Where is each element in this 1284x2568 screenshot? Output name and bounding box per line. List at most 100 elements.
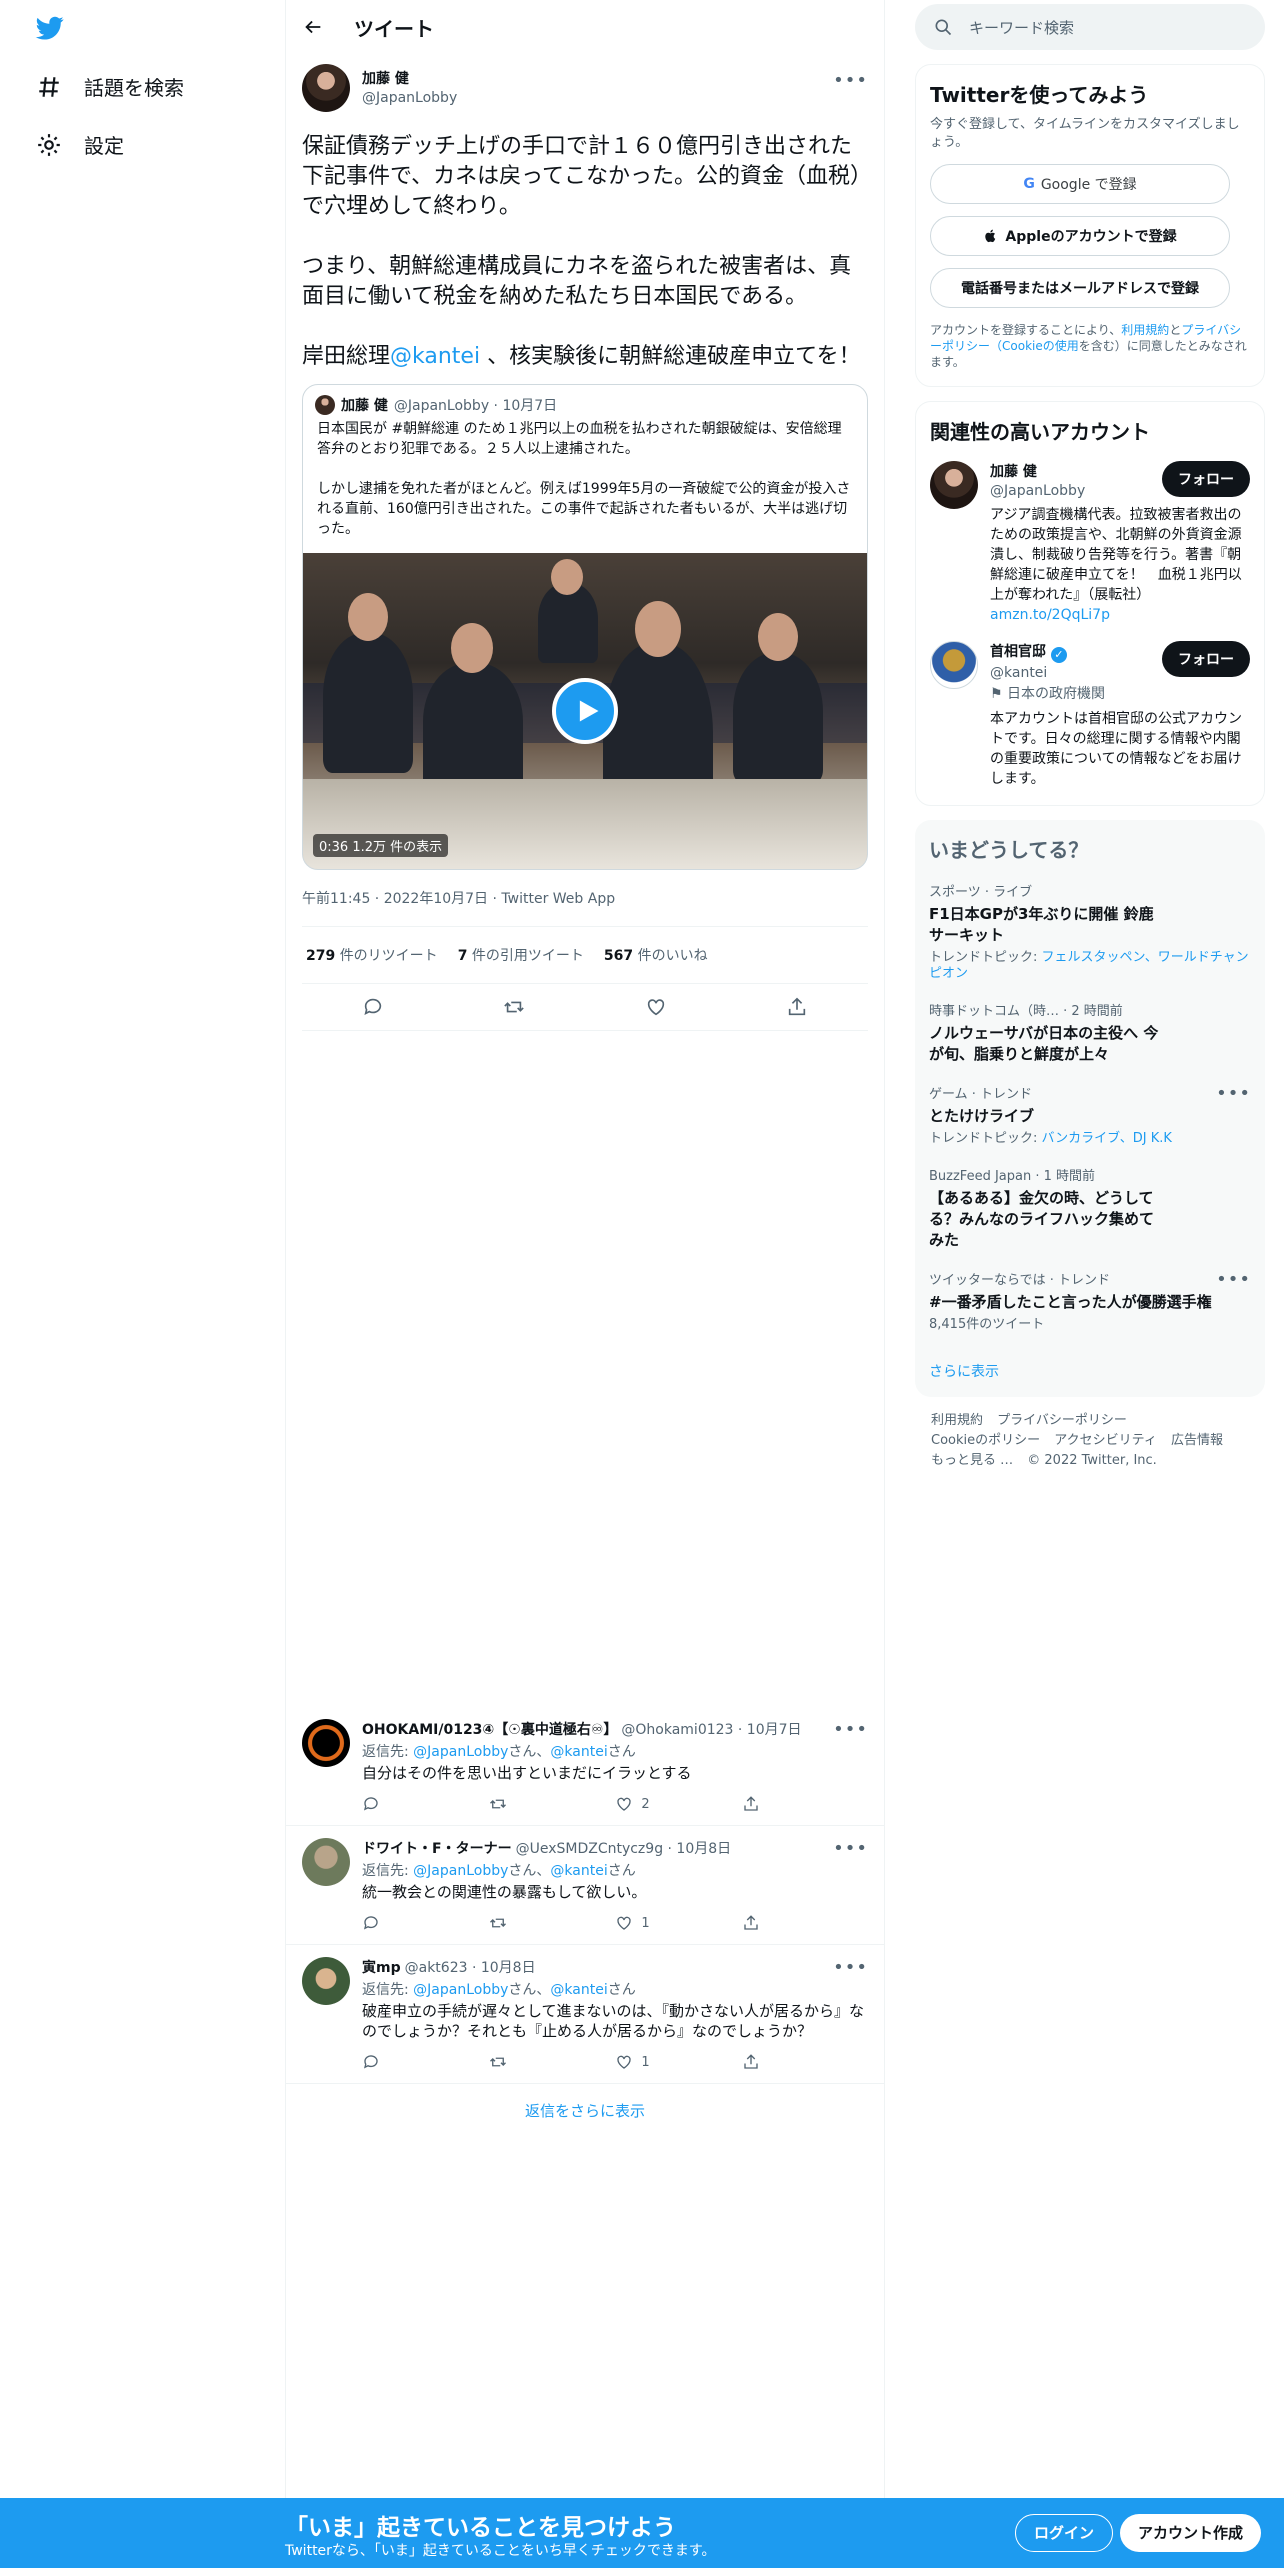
play-button[interactable] (552, 678, 618, 744)
left-nav: 話題を検索 設定 (0, 0, 285, 2568)
quote-count[interactable]: 7 件の引用ツイート (458, 945, 584, 965)
nav-settings[interactable]: 設定 (36, 130, 124, 159)
more-options-icon[interactable]: ••• (833, 1957, 868, 1978)
retweet-icon[interactable] (489, 1795, 507, 1813)
reply-to-mention[interactable]: @kantei (550, 1982, 607, 1998)
tweet-paragraph-3-post: 、核実験後に朝鮮総連破産申立てを！ (480, 344, 861, 369)
reply-to-mention[interactable]: @JapanLobby (413, 1982, 508, 1998)
signup-terms: アカウントを登録することにより、利用規約とプライバシーポリシー（Cookieの使… (930, 323, 1247, 369)
reply-tweet[interactable]: ドワイト・F・ターナー @UexSMDZCntycz9g · 10月8日 返信先:… (286, 1826, 884, 1945)
reply-handle[interactable]: @akt623 · 10月8日 (405, 1957, 536, 1977)
reply-icon[interactable] (362, 1914, 380, 1932)
share-icon[interactable] (742, 1914, 760, 1932)
related-account[interactable]: 首相官邸 ✓ @kantei ⚑ 日本の政府機関 本アカウントは首相官邸の公式ア… (930, 641, 1250, 789)
search-bar[interactable]: キーワード検索 (915, 4, 1265, 50)
author-display-name[interactable]: 加藤 健 (362, 68, 457, 88)
show-more-replies-link[interactable]: 返信をさらに表示 (286, 2084, 884, 2137)
terms-link[interactable]: 利用規約 (1121, 323, 1169, 337)
signup-button[interactable]: アカウント作成 (1120, 2514, 1262, 2552)
signup-title: Twitterを使ってみよう (930, 83, 1149, 107)
reply-to-mention[interactable]: @kantei (550, 1863, 607, 1879)
more-options-icon[interactable]: ••• (833, 1719, 868, 1740)
reply-tweet[interactable]: OHOKAMI/0123④【☉裏中道極右♾】 @Ohokami0123 · 10月… (286, 1707, 884, 1826)
share-icon[interactable] (742, 2053, 760, 2071)
trend-item[interactable]: スポーツ · ライブ F1日本GPが3年ぶりに開催 鈴鹿サーキット トレンドトピ… (929, 881, 1251, 982)
search-input[interactable]: キーワード検索 (969, 17, 1074, 38)
footer-link[interactable]: もっと見る … (931, 1453, 1013, 1468)
avatar[interactable] (302, 64, 350, 112)
bottom-signup-bar: 「いま」起きていることを見つけよう Twitterなら、「いま」起きていることを… (0, 2498, 1284, 2568)
tweet-timestamp[interactable]: 午前11:45 · 2022年10月7日 · Twitter Web App (302, 888, 868, 927)
more-options-icon[interactable]: ••• (1216, 1083, 1251, 1104)
reply-to-mention[interactable]: @JapanLobby (413, 1863, 508, 1879)
more-options-icon[interactable]: ••• (833, 1838, 868, 1859)
more-options-icon[interactable]: ••• (1216, 1269, 1251, 1290)
more-options-icon[interactable]: ••• (833, 70, 868, 91)
reply-handle[interactable]: @UexSMDZCntycz9g · 10月8日 (516, 1838, 732, 1858)
reply-handle[interactable]: @Ohokami0123 · 10月7日 (621, 1719, 801, 1739)
footer-links: 利用規約 プライバシーポリシー Cookieのポリシー アクセシビリティ 広告情… (915, 1397, 1265, 1485)
author-handle[interactable]: @JapanLobby (362, 90, 457, 106)
nav-explore[interactable]: 話題を検索 (36, 72, 184, 101)
retweet-count[interactable]: 279 件のリツイート (306, 945, 438, 965)
reply-text: 破産申立の手続が遅々として進まないのは、『動かさない人が居るから』なのでしょうか… (362, 2002, 865, 2040)
login-button[interactable]: ログイン (1015, 2514, 1114, 2552)
trend-item[interactable]: BuzzFeed Japan · 1 時間前 【あるある】金欠の時、どうしてる？… (929, 1165, 1251, 1251)
quote-text: 日本国民が #朝鮮総連 のため１兆円以上の血税を払わされた朝銀破綻は、安倍総理答… (317, 421, 851, 537)
footer-link[interactable]: Cookieのポリシー (931, 1433, 1040, 1448)
avatar[interactable] (930, 641, 978, 689)
reply-icon[interactable] (362, 1795, 380, 1813)
verified-badge-icon: ✓ (1050, 647, 1067, 663)
like-count[interactable]: 567 件のいいね (604, 945, 708, 965)
reply-author-name[interactable]: ドワイト・F・ターナー (362, 1838, 512, 1858)
footer-link[interactable]: プライバシーポリシー (997, 1413, 1127, 1428)
related-account[interactable]: 加藤 健 @JapanLobby アジア調査機構代表。拉致被害者救出のための政策… (930, 461, 1250, 625)
main-tweet: 加藤 健 @JapanLobby ••• 保証債務デッチ上げの手口で計１６０億円… (286, 54, 884, 1031)
twitter-bird-icon[interactable] (34, 14, 66, 42)
avatar[interactable] (302, 1719, 350, 1767)
share-icon[interactable] (742, 1795, 760, 1813)
like-icon[interactable] (645, 996, 667, 1018)
follow-button[interactable]: フォロー (1162, 461, 1250, 497)
trends-show-more-link[interactable]: さらに表示 (929, 1361, 1251, 1381)
reply-author-name[interactable]: OHOKAMI/0123④【☉裏中道極右♾】 (362, 1719, 617, 1739)
play-icon (579, 700, 598, 722)
phone-email-signup-button[interactable]: 電話番号またはメールアドレスで登録 (930, 268, 1230, 308)
footer-link[interactable]: アクセシビリティ (1054, 1433, 1157, 1448)
mention-link[interactable]: @kantei (390, 344, 480, 369)
video-player[interactable]: 0:36 1.2万 件の表示 (303, 553, 867, 869)
like-icon[interactable] (615, 2053, 633, 2071)
reply-to-mention[interactable]: @JapanLobby (413, 1744, 508, 1760)
reply-icon[interactable] (362, 996, 384, 1018)
copyright: © 2022 Twitter, Inc. (1027, 1453, 1157, 1468)
trend-item[interactable]: ゲーム · トレンド とたけけライブ トレンドトピック: バンカライブ、DJ K… (929, 1083, 1251, 1147)
back-arrow-icon[interactable] (302, 16, 324, 38)
avatar[interactable] (302, 1838, 350, 1886)
trend-item[interactable]: 時事ドットコム（時… · 2 時間前 ノルウェーサバが日本の主役へ 今が旬、脂乗… (929, 1000, 1251, 1065)
google-signup-button[interactable]: G Google で登録 (930, 164, 1230, 204)
reply-to-mention[interactable]: @kantei (550, 1744, 607, 1760)
tweet-author: 加藤 健 @JapanLobby ••• (302, 64, 868, 116)
apple-signup-button[interactable]: Appleのアカウントで登録 (930, 216, 1230, 256)
retweet-icon[interactable] (489, 1914, 507, 1932)
trend-item[interactable]: ツイッターならでは · トレンド #一番矛盾したこと言った人が優勝選手権 8,4… (929, 1269, 1251, 1333)
reply-author-name[interactable]: 寅mp (362, 1957, 401, 1977)
share-icon[interactable] (786, 996, 808, 1018)
footer-link[interactable]: 広告情報 (1171, 1433, 1223, 1448)
footer-link[interactable]: 利用規約 (931, 1413, 983, 1428)
bio-link[interactable]: amzn.to/2QqLi7p (990, 607, 1110, 623)
main-column: ツイート 加藤 健 @JapanLobby ••• 保証債務デッチ上げの手口で計… (285, 0, 885, 2498)
quoted-tweet[interactable]: 加藤 健 @JapanLobby · 10月7日 日本国民が #朝鮮総連 のため… (302, 384, 868, 870)
like-icon[interactable] (615, 1795, 633, 1813)
bottom-bar-subtitle: Twitterなら、「いま」起きていることをいち早くチェックできます。 (285, 2543, 716, 2559)
reply-tweet[interactable]: 寅mp @akt623 · 10月8日 返信先: @JapanLobbyさん、@k… (286, 1945, 884, 2084)
hashtag-icon (39, 76, 59, 97)
reply-icon[interactable] (362, 2053, 380, 2071)
follow-button[interactable]: フォロー (1162, 641, 1250, 677)
retweet-icon[interactable] (489, 2053, 507, 2071)
avatar[interactable] (930, 461, 978, 509)
like-icon[interactable] (615, 1914, 633, 1932)
avatar[interactable] (302, 1957, 350, 2005)
retweet-icon[interactable] (503, 996, 525, 1018)
